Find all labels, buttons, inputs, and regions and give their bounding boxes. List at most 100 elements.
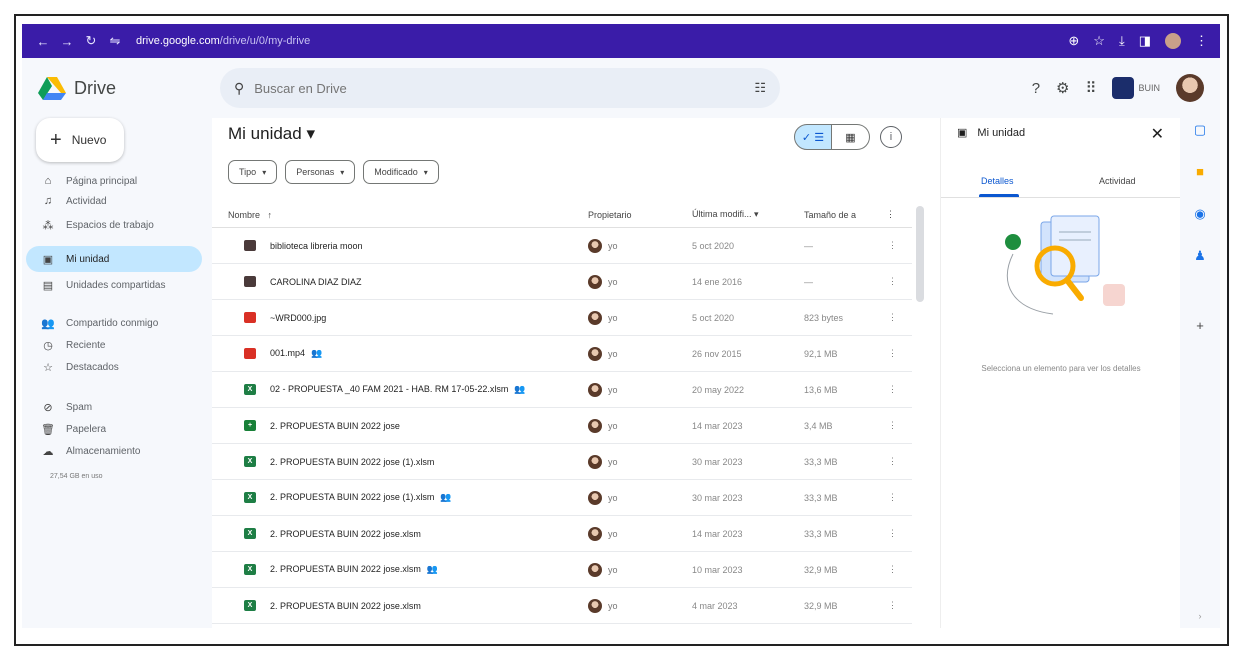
sort-arrow-up-icon[interactable]: ↑ [268,210,273,220]
table-row[interactable]: X 2. PROPUESTA BUIN 2022 jose (1).xlsm 👥 yo… [212,480,912,516]
tasks-icon[interactable]: ◉ [1192,206,1208,222]
more-actions-icon[interactable]: ⋮ [888,492,897,503]
file-modified-date: 14 mar 2023 [692,420,743,431]
owner-name: yo [608,420,618,431]
apps-grid-icon[interactable]: ⠿ [1085,79,1096,97]
scrollbar-thumb[interactable] [916,206,924,302]
tab-details[interactable]: Detalles [981,176,1014,186]
active-tab-indicator [979,194,1019,197]
more-actions-icon[interactable]: ⋮ [888,564,897,575]
file-size: 33,3 MB [804,528,838,539]
site-settings-icon[interactable]: ⇋ [106,33,124,49]
add-addon-icon[interactable]: + [1192,318,1208,334]
owner-avatar [588,598,602,613]
sidebar-item-storage[interactable]: ☁ Almacenamiento [26,438,202,464]
search-bar[interactable]: ⚲ ☷ [220,68,780,108]
file-list-panel: Mi unidad ▾ ✓ ☰ ▦ i Tipo ▾ Personas ▾ Modi… [212,118,932,628]
filter-chip-people[interactable]: Personas ▾ [285,160,356,184]
more-actions-icon[interactable]: ⋮ [888,276,897,287]
table-row[interactable]: X 2. PROPUESTA BUIN 2022 jose.xlsm 👥 yo 10 m… [212,552,912,588]
scrollbar-track[interactable] [916,206,924,626]
file-name-cell: 2. PROPUESTA BUIN 2022 jose (1).xlsm 👥 [270,492,452,503]
app-name: Drive [74,77,117,98]
account-avatar[interactable] [1176,74,1204,102]
reload-icon[interactable]: ↻ [82,33,100,49]
table-row[interactable]: ~WRD000.jpg yo 5 oct 2020 823 bytes ⋮ [212,300,912,336]
column-header-size[interactable]: Tamaño de a [804,210,856,220]
sidebar-item-label: Actividad [66,195,107,207]
file-name: 2. PROPUESTA BUIN 2022 jose.xlsm [270,600,421,611]
view-toggle: ✓ ☰ ▦ [794,124,870,150]
filter-chip-type[interactable]: Tipo ▾ [228,160,278,184]
grid-view-button[interactable]: ▦ [832,124,870,150]
search-input[interactable] [254,80,755,96]
details-info-icon[interactable]: i [880,126,902,148]
sidebar-item-workspaces[interactable]: ⁂ Espacios de trabajo [26,212,202,238]
close-icon[interactable]: ✕ [1151,124,1164,144]
table-row[interactable]: X 02 - PROPUESTA _40 FAM 2021 - HAB. RM 1… [212,372,912,408]
sidebar-item-starred[interactable]: ☆ Destacados [26,354,202,380]
keep-icon[interactable]: ■ [1192,164,1208,180]
contacts-icon[interactable]: ♟ [1192,248,1208,264]
page-title-text: Mi unidad [228,124,302,143]
address-bar[interactable]: drive.google.com/drive/u/0/my-drive [136,35,310,47]
my-drive-icon: ▣ [957,127,968,139]
sidebar-item-shared-drives[interactable]: ▤ Unidades compartidas [26,272,202,298]
more-actions-icon[interactable]: ⋮ [888,528,897,539]
browser-menu-icon[interactable]: ⋮ [1195,33,1208,49]
column-header-modified[interactable]: Última modifi... ▾ [692,209,759,220]
more-actions-icon[interactable]: ⋮ [888,600,897,611]
extensions-icon[interactable]: ⊕ [1068,33,1079,49]
sidebar-item-label: Página principal [66,175,138,187]
more-actions-icon[interactable]: ⋮ [888,384,897,395]
sidebar-icon[interactable]: ◨ [1139,33,1151,49]
forward-arrow-icon[interactable]: → [58,34,76,49]
more-actions-icon[interactable]: ⋮ [888,240,897,251]
file-size: 33,3 MB [804,492,838,503]
more-actions-icon[interactable]: ⋮ [888,312,897,323]
search-icon[interactable]: ⚲ [234,80,244,97]
sidebar-item-activity[interactable]: ♫ Actividad [26,188,202,214]
folder-file-icon [244,240,256,251]
list-view-button[interactable]: ✓ ☰ [794,124,832,150]
table-row[interactable]: 001.mp4 👥 yo 26 nov 2015 92,1 MB ⋮ [212,336,912,372]
table-header: Nombre ↑ Propietario Última modifi... ▾ … [212,202,912,228]
more-actions-icon[interactable]: ⋮ [888,420,897,431]
table-row[interactable]: CAROLINA DIAZ DIAZ yo 14 ene 2016 — ⋮ [212,264,912,300]
table-row[interactable]: X 2. PROPUESTA BUIN 2022 jose.xlsm yo 14 ma… [212,516,912,552]
owner-name: yo [608,528,618,539]
profile-avatar-icon[interactable] [1165,33,1181,49]
bookmark-star-icon[interactable]: ☆ [1093,33,1105,49]
column-header-owner[interactable]: Propietario [588,210,632,220]
grid-icon: ▦ [845,131,856,144]
table-row[interactable]: +2. PROPUESTA BUIN 2022 jose yo 14 mar 202… [212,408,912,444]
chevron-right-icon[interactable]: › [1192,608,1208,624]
file-owner: yo [588,238,618,253]
new-button[interactable]: + Nuevo [36,118,124,162]
filter-chip-modified[interactable]: Modificado ▾ [363,160,439,184]
drive-logo[interactable]: Drive [38,76,228,100]
download-icon[interactable]: ⤓ [1119,33,1125,49]
column-header-name[interactable]: Nombre ↑ [228,210,272,220]
sidebar-item-label: Spam [66,401,93,413]
column-options-icon[interactable]: ⋮ [886,209,895,220]
table-row[interactable]: biblioteca libreria moon yo 5 oct 2020 — ⋮ [212,228,912,264]
organization-badge[interactable]: BUIN [1112,77,1160,99]
sidebar-item-my-drive[interactable]: ▣ Mi unidad [26,246,202,272]
help-icon[interactable]: ? [1032,80,1040,97]
table-row[interactable]: X 2. PROPUESTA BUIN 2022 jose.xlsm yo 4 mar… [212,588,912,624]
url-host: drive.google.com [136,35,220,47]
dropdown-arrow-icon: ▾ [340,167,345,177]
side-panel-rail: ▢ ■ ◉ ♟ + › [1180,118,1220,628]
back-arrow-icon[interactable]: ← [34,34,52,49]
search-options-icon[interactable]: ☷ [754,80,766,96]
column-header-label: Nombre [228,209,261,220]
more-actions-icon[interactable]: ⋮ [888,456,897,467]
more-actions-icon[interactable]: ⋮ [888,348,897,359]
tab-activity[interactable]: Actividad [1099,176,1136,186]
calendar-icon[interactable]: ▢ [1192,122,1208,138]
page-title[interactable]: Mi unidad ▾ [228,124,315,144]
file-modified-date: 5 oct 2020 [692,240,735,251]
settings-gear-icon[interactable]: ⚙ [1056,79,1069,97]
table-row[interactable]: X 2. PROPUESTA BUIN 2022 jose (1).xlsm yo 3… [212,444,912,480]
